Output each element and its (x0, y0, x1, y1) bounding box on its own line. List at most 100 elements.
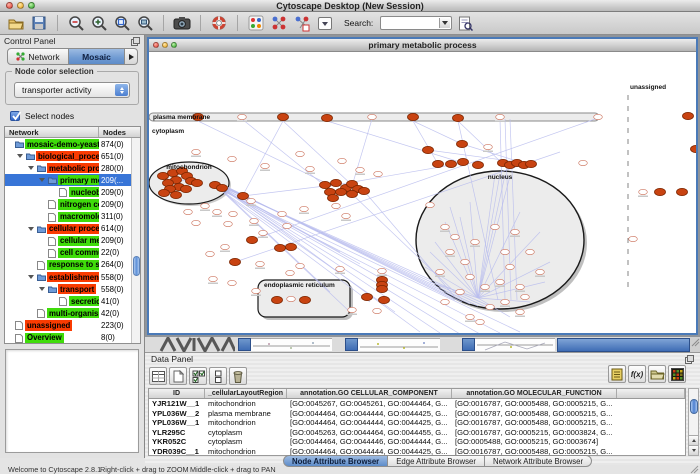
window-resize-corner[interactable] (690, 337, 700, 352)
graph-node-selected-color[interactable] (377, 285, 388, 292)
select-first-neighbors-icon[interactable] (269, 14, 289, 33)
zoom-window-button[interactable] (28, 2, 35, 9)
tree-row-mosaic-demo-yeast[interactable]: mosaic-demo-yeast874(0) (5, 138, 140, 150)
graph-node[interactable] (516, 284, 525, 289)
graph-node[interactable] (466, 274, 475, 279)
table-row[interactable]: YKR052Ccytoplasm[GO:0044464, GO:0044446,… (149, 437, 685, 447)
graph-node[interactable] (286, 270, 295, 275)
graph-node-selected-color[interactable] (181, 185, 192, 192)
graph-node-selected-color[interactable] (247, 236, 258, 243)
graph-node-selected-color[interactable] (408, 113, 419, 120)
tab-overflow-arrow[interactable] (125, 48, 138, 65)
graph-node-selected-color[interactable] (379, 296, 390, 303)
column-header[interactable]: annotation.GO MOLECULAR_FUNCTION (452, 389, 617, 398)
network-canvas[interactable]: plasma membranecytoplasmmitochondrionnuc… (149, 52, 696, 333)
graph-node[interactable] (259, 230, 268, 235)
graph-node[interactable] (373, 308, 382, 313)
graph-node-selected-color[interactable] (272, 296, 283, 303)
new-attribute-icon[interactable] (169, 367, 187, 385)
help-icon[interactable] (209, 14, 229, 33)
column-header[interactable]: annotation.GO CELLULAR_COMPONENT (287, 389, 452, 398)
graph-node-selected-color[interactable] (322, 114, 333, 121)
minimize-view-button[interactable] (162, 42, 168, 48)
graph-node[interactable] (206, 251, 215, 256)
graph-node[interactable] (374, 171, 383, 176)
graph-node[interactable] (511, 229, 520, 234)
graph-node[interactable] (501, 299, 510, 304)
graph-node[interactable] (446, 249, 455, 254)
graph-node-selected-color[interactable] (362, 293, 373, 300)
tree-row-secretion[interactable]: secretion41(0) (5, 295, 140, 307)
float-panel-icon[interactable] (131, 37, 140, 46)
table-row[interactable]: YJR121W__1mitochondrion[GO:0045267, GO:0… (149, 399, 685, 409)
graph-node[interactable] (184, 209, 193, 214)
graph-node[interactable] (441, 224, 450, 229)
graph-node[interactable] (300, 206, 309, 211)
table-row[interactable]: YPL036W__2plasma membrane[GO:0044464, GO… (149, 409, 685, 419)
tree-row-metabolic-process[interactable]: metabolic process280(0) (5, 162, 140, 174)
data-table-scrollbar[interactable] (688, 388, 699, 456)
table-row[interactable]: YLR295Ccytoplasm[GO:0045263, GO:0044464,… (149, 428, 685, 438)
graph-node-selected-color[interactable] (217, 184, 228, 191)
tree-row-nucleobase-[interactable]: nucleobase-209(0) (5, 186, 140, 198)
graph-node[interactable] (484, 144, 493, 149)
graph-node[interactable] (221, 244, 230, 249)
select-nodes-checkbox[interactable] (10, 111, 20, 121)
graph-node[interactable] (516, 309, 525, 314)
graph-node[interactable] (250, 218, 259, 223)
graph-node-selected-color[interactable] (192, 179, 203, 186)
graph-node-selected-color[interactable] (230, 258, 241, 265)
zoom-fit-icon[interactable] (135, 14, 155, 33)
tree-row-transport[interactable]: transport558(0) (5, 283, 140, 295)
graph-node[interactable] (496, 279, 505, 284)
graph-node[interactable] (356, 167, 365, 172)
graph-node-selected-color[interactable] (453, 114, 464, 121)
vizmapper-icon[interactable] (246, 14, 266, 33)
graph-node-selected-color[interactable] (158, 172, 169, 179)
graph-node[interactable] (252, 288, 261, 293)
column-header[interactable]: ID (149, 389, 205, 398)
graph-node[interactable] (287, 296, 296, 301)
graph-node-selected-color[interactable] (473, 161, 484, 168)
attribute-table[interactable]: ID_cellularLayoutRegionannotation.GO CEL… (148, 388, 686, 456)
graph-node[interactable] (192, 220, 201, 225)
tree-row-cellular-process[interactable]: cellular process614(0) (5, 223, 140, 235)
zoom-out-icon[interactable] (66, 14, 86, 33)
graph-node[interactable] (491, 224, 500, 229)
zoom-selected-icon[interactable] (112, 14, 132, 33)
tree-row-establishment-of-lo[interactable]: establishment of lo558(0) (5, 271, 140, 283)
graph-node-selected-color[interactable] (171, 191, 182, 198)
expand-arrow-icon[interactable] (39, 287, 45, 291)
graph-node[interactable] (283, 223, 292, 228)
graph-node-selected-color[interactable] (677, 188, 688, 195)
graph-node[interactable] (228, 280, 237, 285)
scroll-up-icon[interactable] (689, 435, 698, 445)
network-window-titlebar[interactable]: primary metabolic process (149, 39, 696, 52)
graph-node[interactable] (228, 156, 237, 161)
graph-node[interactable] (306, 166, 315, 171)
graph-node-selected-color[interactable] (328, 194, 339, 201)
graph-node-selected-color[interactable] (457, 140, 468, 147)
graph-node[interactable] (224, 221, 233, 226)
graph-node[interactable] (336, 266, 345, 271)
graph-node[interactable] (296, 263, 305, 268)
import-attributes-icon[interactable] (648, 365, 666, 383)
graph-node[interactable] (378, 268, 387, 273)
attribute-list-icon[interactable] (608, 365, 626, 383)
background-window-strip[interactable] (358, 338, 440, 351)
search-input[interactable] (380, 16, 452, 30)
expand-arrow-icon[interactable] (39, 178, 45, 182)
graph-node[interactable] (476, 319, 485, 324)
select-all-attributes-icon[interactable] (189, 367, 207, 385)
graph-node[interactable] (579, 160, 588, 165)
graph-node[interactable] (456, 289, 465, 294)
graph-node[interactable] (481, 284, 490, 289)
graph-node[interactable] (213, 209, 222, 214)
graph-node-selected-color[interactable] (526, 160, 537, 167)
table-row[interactable]: YPL036W__1mitochondrion[GO:0044464, GO:0… (149, 418, 685, 428)
heatmap-icon[interactable] (668, 365, 686, 383)
graph-node[interactable] (629, 236, 638, 241)
tab-mosaic[interactable]: Mosaic (69, 48, 125, 65)
graph-node[interactable] (639, 189, 648, 194)
birds-eye-view[interactable] (5, 349, 139, 453)
